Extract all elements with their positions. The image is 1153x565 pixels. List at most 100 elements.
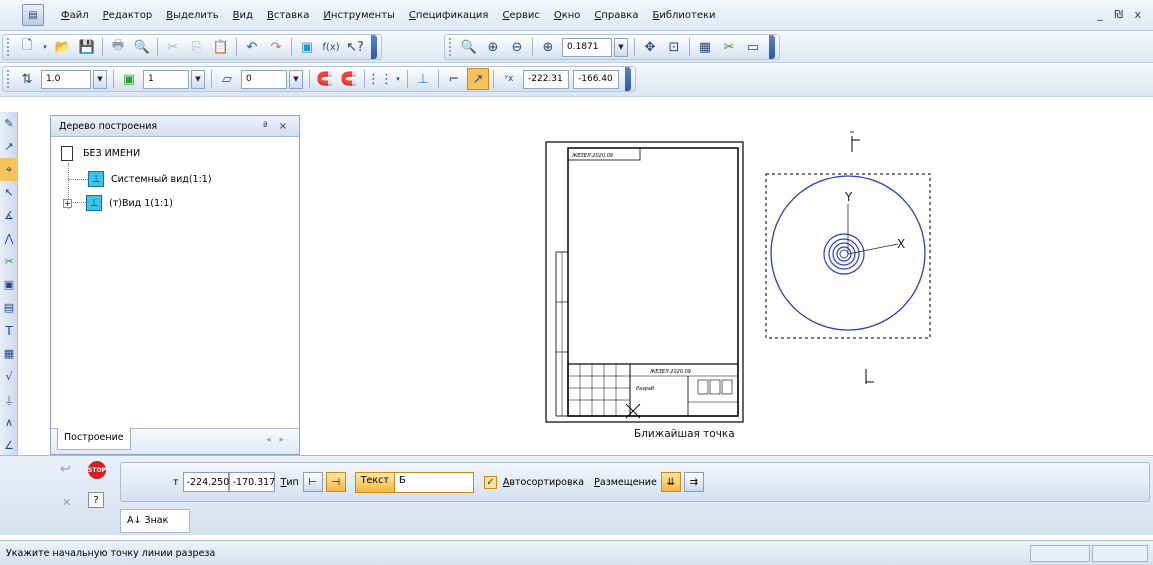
document-icon[interactable]: ▤ (22, 4, 44, 26)
style-icon[interactable]: ⇅ (16, 68, 38, 90)
drawing-svg[interactable]: ЖЕЗЕЛ.2020.09 ЖЕЗЕЛ.2020.09 Разраб Y X (300, 112, 1153, 452)
base-icon[interactable]: ⍊ (0, 388, 18, 411)
style-input[interactable]: 1.0 (41, 69, 91, 89)
autosort-checkbox[interactable]: ✓ (483, 475, 497, 489)
table-icon[interactable]: ▦ (0, 342, 18, 365)
window-controls[interactable]: _ ₪ x (1097, 8, 1145, 21)
new-file-dropdown-icon[interactable]: ▾ (40, 36, 50, 58)
snap-icon[interactable]: 🧲 (314, 68, 336, 90)
menu-insert[interactable]: Вставка (260, 10, 316, 21)
pan-icon[interactable]: ✥ (639, 36, 661, 58)
tab-sign[interactable]: A↓ Знак (120, 509, 190, 533)
selected-view[interactable]: Y X (765, 173, 931, 339)
text-input[interactable]: Б (394, 472, 473, 492)
snap-local-icon[interactable]: 🧲 (338, 68, 360, 90)
menu-edit[interactable]: Редактор (96, 10, 160, 21)
expand-icon[interactable]: + (63, 198, 72, 208)
show-all-icon[interactable]: ⊡ (663, 36, 685, 58)
open-folder-icon[interactable]: 📂 (52, 36, 74, 58)
undo-icon[interactable]: ↶ (241, 36, 263, 58)
print-preview-icon[interactable]: 🔍 (131, 36, 153, 58)
function-icon[interactable]: f(x) (320, 36, 342, 58)
menu-file[interactable]: Файл (54, 10, 96, 21)
tree-node-view-1[interactable]: + ⊥ (т)Вид 1(1:1) (63, 195, 173, 211)
zoom-dropdown-icon[interactable]: ▼ (614, 37, 628, 57)
zoom-in-icon[interactable]: ⊕ (482, 36, 504, 58)
parametrize-icon[interactable]: ∡ (0, 204, 18, 227)
menu-specification[interactable]: Спецификация (402, 10, 496, 21)
create-object-icon[interactable]: ↩ (60, 462, 71, 477)
style-dropdown-icon[interactable]: ▼ (93, 69, 107, 89)
local-cs-icon[interactable]: ⊥ (412, 68, 434, 90)
coordinates-icon[interactable]: ʸx (498, 68, 520, 90)
step-icon[interactable]: ▣ (118, 68, 140, 90)
tree-node-system-view[interactable]: ⊥ Системный вид(1:1) (88, 171, 212, 187)
type-button-2-icon[interactable]: ⊣ (325, 472, 346, 492)
save-icon[interactable]: 💾 (76, 36, 98, 58)
copy-icon[interactable]: ⎘ (186, 36, 208, 58)
pin-icon[interactable]: ✕ (62, 496, 71, 509)
tab-nav-arrows[interactable]: ◂ ▸ (266, 435, 287, 445)
toolbar-grip[interactable] (7, 70, 11, 88)
menu-select[interactable]: Выделить (159, 10, 225, 21)
drawing-canvas[interactable]: ЖЕЗЕЛ.2020.09 ЖЕЗЕЛ.2020.09 Разраб Y X (300, 112, 1153, 452)
stop-icon[interactable]: STOP (88, 461, 106, 479)
step-dropdown-icon[interactable]: ▼ (191, 69, 205, 89)
menu-service[interactable]: Сервис (495, 10, 546, 21)
manager-icon[interactable]: ▣ (296, 36, 318, 58)
zoom-out-icon[interactable]: ⊖ (506, 36, 528, 58)
edit-icon[interactable]: ↖ (0, 181, 18, 204)
text-button[interactable]: Текст (355, 472, 395, 492)
menu-view[interactable]: Вид (226, 10, 260, 21)
menu-tools[interactable]: Инструменты (316, 10, 402, 21)
leader-icon[interactable]: ∠ (0, 434, 18, 457)
measure-icon[interactable]: ⋀ (0, 227, 18, 250)
layer-input[interactable]: 0 (241, 69, 287, 89)
text-icon[interactable]: T (0, 319, 18, 342)
cut-line-icon[interactable]: ∧ (0, 411, 18, 434)
redo-icon[interactable]: ↷ (265, 36, 287, 58)
coord-y-field[interactable]: -166.40 (573, 69, 619, 89)
zoom-input[interactable]: 0.1871 (562, 37, 612, 57)
cut-icon[interactable]: ✂ (162, 36, 184, 58)
grid-icon[interactable]: ⋮⋮ (367, 68, 393, 90)
grid-dropdown-icon[interactable]: ▾ (393, 68, 403, 90)
tree-panel-controls[interactable]: ª × (263, 121, 291, 132)
tree-root[interactable]: БЕЗ ИМЕНИ (61, 146, 140, 161)
display-icon[interactable]: ▭ (742, 36, 764, 58)
dimensions-icon[interactable]: ↗ (0, 135, 18, 158)
ortho-icon[interactable]: ⌐ (443, 68, 465, 90)
roughness-icon[interactable]: √ (0, 365, 18, 388)
help-pointer-icon[interactable]: ↖? (344, 36, 366, 58)
print-icon[interactable]: 🖶 (107, 36, 129, 58)
select-icon[interactable]: ✂ (0, 250, 18, 273)
drawing-sheet[interactable]: ЖЕЗЕЛ.2020.09 ЖЕЗЕЛ.2020.09 Разраб (545, 141, 744, 423)
help-icon[interactable]: ? (88, 492, 104, 508)
placement-button-1-icon[interactable]: ⇊ (660, 472, 681, 492)
cut-line-mark-bottom[interactable] (865, 369, 874, 384)
coord-x-field[interactable]: -222.31 (523, 69, 569, 89)
point-x-field[interactable]: -224.250 (182, 472, 229, 492)
new-file-icon[interactable]: 🗋 (16, 36, 38, 58)
step-input[interactable]: 1 (143, 69, 189, 89)
paste-icon[interactable]: 📋 (210, 36, 232, 58)
geometry-icon[interactable]: ✎ (0, 112, 18, 135)
round-icon[interactable]: ↗ (467, 68, 489, 90)
cut-line-mark-top[interactable] (850, 131, 860, 152)
layer-icon[interactable]: ▱ (216, 68, 238, 90)
tab-construction[interactable]: Построение (57, 428, 131, 450)
zoom-scale-icon[interactable]: ⊕ (537, 36, 559, 58)
designations-icon[interactable]: ⌖ (0, 158, 18, 181)
toolbar-grip[interactable] (449, 38, 453, 56)
spec-icon[interactable]: ▤ (0, 296, 18, 319)
menu-window[interactable]: Окно (547, 10, 588, 21)
layer-dropdown-icon[interactable]: ▼ (289, 69, 303, 89)
tool-icon[interactable]: ✂ (718, 36, 740, 58)
menu-help[interactable]: Справка (587, 10, 645, 21)
refresh-icon[interactable]: ▦ (694, 36, 716, 58)
menu-libraries[interactable]: Библиотеки (645, 10, 722, 21)
zoom-window-icon[interactable]: 🔍 (458, 36, 480, 58)
toolbar-grip[interactable] (7, 38, 11, 56)
point-y-field[interactable]: -170.317 (228, 472, 275, 492)
type-button-1-icon[interactable]: ⊢ (302, 472, 323, 492)
